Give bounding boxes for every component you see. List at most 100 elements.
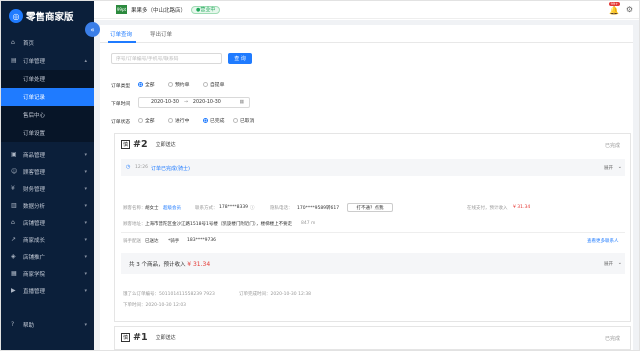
- sidebar-item-label: 财务管理: [23, 186, 46, 193]
- distance: 847 m: [301, 221, 316, 226]
- chevron-down-icon[interactable]: ⌄: [618, 164, 622, 170]
- logo-icon: ◎: [9, 9, 23, 23]
- sidebar-item-finance[interactable]: ¥ 财务管理 ▾: [1, 180, 94, 197]
- chevron-down-icon: ▾: [84, 321, 87, 328]
- order-card: 慎 #2 立即送达 已完成 ◷ 12:26 订单已完成(骑士) 展开 ⌄ 顾客名…: [114, 133, 631, 322]
- analytics-icon: ▥: [11, 202, 17, 209]
- radio-type-all[interactable]: 全部: [138, 81, 155, 88]
- sidebar-item-label: 直播管理: [23, 288, 46, 295]
- double-chevron-left-icon: «: [90, 25, 95, 34]
- customer-icon: ☺: [11, 168, 18, 175]
- collapse-sidebar-button[interactable]: «: [85, 22, 100, 37]
- sidebar-subitem-order-settings[interactable]: 订单设置: [1, 124, 94, 142]
- order-panel: 订单查询 导出订单 序号/订单编号/手机号/联系码 查 询 订单类型 全部 预约…: [100, 25, 633, 350]
- expand-link[interactable]: 展开: [604, 165, 613, 171]
- query-button[interactable]: 查 询: [228, 53, 252, 64]
- radio-unchecked-icon: [168, 82, 173, 87]
- delivery-mode: 立即送达: [155, 335, 176, 341]
- sidebar-item-label: 帮助: [23, 322, 35, 329]
- tab-export-orders[interactable]: 导出订单: [150, 30, 172, 38]
- contact-phone: 178****8339: [219, 205, 249, 210]
- sidebar-item-help[interactable]: ? 帮助 ▾: [1, 316, 94, 333]
- chevron-down-icon: ▾: [84, 253, 87, 260]
- active-tab-indicator: [108, 41, 136, 43]
- date-range-picker[interactable]: 2020-10-30 → 2020-10-30 ▦: [138, 97, 250, 108]
- sidebar-item-label: 数据分析: [23, 203, 46, 210]
- more-contacts-link[interactable]: 查看更多联系人: [587, 238, 619, 244]
- radio-label: 已取消: [240, 119, 255, 124]
- radio-label: 全部: [145, 119, 155, 124]
- rider-phone: 183****9736: [187, 238, 217, 243]
- logo-text: 零售商家版: [26, 12, 74, 23]
- address-label: 顾客地址：: [123, 222, 146, 227]
- rider-status: 已送达: [145, 239, 159, 244]
- radio-status-cancelled[interactable]: 已取消: [233, 117, 254, 124]
- sidebar-item-label: 顾客管理: [23, 169, 46, 176]
- order-icon: ▤: [11, 57, 17, 64]
- radio-status-all[interactable]: 全部: [138, 117, 155, 124]
- delivery-mode: 立即送达: [155, 142, 176, 148]
- radio-label: 全部: [145, 83, 155, 88]
- privacy-phone-label: 隐私电话：: [270, 206, 293, 211]
- help-icon: ?: [11, 321, 15, 328]
- cannot-reach-button[interactable]: 打不通？点我: [347, 203, 393, 212]
- privacy-phone: 170****9589转617: [297, 206, 340, 211]
- notification-badge: 99+: [608, 2, 620, 6]
- sidebar-item-orders[interactable]: ▤ 订单管理 ▴: [1, 52, 94, 69]
- radio-type-pickup[interactable]: 自提单: [203, 81, 224, 88]
- order-status: 已完成: [604, 336, 620, 342]
- order-card: 慎 #1 立即送达 已完成: [114, 326, 631, 350]
- calendar-icon: ▦: [239, 100, 244, 105]
- sidebar-item-goods[interactable]: ▣ 商品管理 ▾: [1, 146, 94, 163]
- info-icon[interactable]: ⓘ: [250, 205, 255, 211]
- tab-bar: 订单查询 导出订单: [100, 25, 633, 43]
- radio-label: 进行中: [175, 119, 190, 124]
- radio-status-completed[interactable]: 已完成: [203, 117, 224, 124]
- order-progress-strip[interactable]: ◷ 12:26 订单已完成(骑士) 展开 ⌄: [121, 159, 625, 176]
- total-prefix: 共 3 个商品，预计收入: [129, 262, 186, 268]
- radio-status-ongoing[interactable]: 进行中: [168, 117, 189, 124]
- order-header: 慎 #2 立即送达: [121, 139, 176, 150]
- search-input[interactable]: 序号/订单编号/手机号/联系码: [111, 53, 222, 64]
- order-tag: 慎: [121, 140, 130, 149]
- expand-link[interactable]: 展开: [604, 261, 613, 267]
- progress-text: 订单已完成(骑士): [151, 165, 190, 172]
- sidebar-item-home[interactable]: ⌂ 首页: [1, 34, 94, 51]
- order-total-strip[interactable]: 共 3 个商品，预计收入 ¥ 31.34 展开 ⌄: [121, 253, 625, 274]
- radio-unchecked-icon: [233, 118, 238, 123]
- sidebar-subitem-order-process[interactable]: 订单处理: [1, 70, 94, 88]
- chevron-up-icon: ▴: [84, 57, 87, 64]
- contact-label: 联系方式：: [195, 206, 218, 211]
- rider-label: 骑手配送: [123, 239, 141, 244]
- chevron-down-icon[interactable]: ⌄: [618, 260, 622, 266]
- app-logo[interactable]: ◎ 零售商家版: [1, 1, 94, 31]
- sidebar-item-store[interactable]: ⌂ 店铺管理 ▾: [1, 214, 94, 231]
- bell-icon[interactable]: 🔔: [609, 6, 619, 15]
- radio-label: 已完成: [210, 119, 225, 124]
- sidebar-item-live[interactable]: ▶ 直播管理 ▾: [1, 282, 94, 299]
- chevron-down-icon: ▾: [84, 151, 87, 158]
- chevron-down-icon: ▾: [84, 270, 87, 277]
- order-tag: 慎: [121, 333, 130, 342]
- sidebar-item-academy[interactable]: ▦ 商家学院 ▾: [1, 265, 94, 282]
- order-time-label: 下单时间: [111, 102, 131, 107]
- sidebar-item-analytics[interactable]: ▥ 数据分析 ▾: [1, 197, 94, 214]
- sidebar-item-customers[interactable]: ☺ 顾客管理 ▾: [1, 163, 94, 180]
- sidebar-item-promotion[interactable]: ◈ 店铺推广 ▾: [1, 248, 94, 265]
- sidebar-item-growth[interactable]: ↗ 商家成长 ▾: [1, 231, 94, 248]
- tab-order-query[interactable]: 订单查询: [110, 30, 132, 38]
- store-status-text: 营业中: [200, 7, 216, 13]
- radio-type-reserve[interactable]: 预约单: [168, 81, 189, 88]
- store-name[interactable]: 果果多（中山北路店）: [131, 6, 186, 14]
- progress-time: 12:26: [135, 165, 148, 170]
- radio-checked-icon: [203, 118, 208, 123]
- sidebar-subitem-after-sales[interactable]: 售后中心: [1, 106, 94, 124]
- gear-icon[interactable]: ⚙: [626, 5, 633, 14]
- sidebar-subitem-order-records[interactable]: 订单记录: [1, 88, 94, 106]
- chevron-down-icon: ▾: [84, 168, 87, 175]
- order-total: 共 3 个商品，预计收入 ¥ 31.34: [129, 260, 210, 268]
- customer-label: 顾客名称：: [123, 206, 146, 211]
- radio-unchecked-icon: [203, 82, 208, 87]
- main-area: 订单查询 导出订单 序号/订单编号/手机号/联系码 查 询 订单类型 全部 预约…: [94, 20, 639, 350]
- sidebar-item-label: 商家成长: [23, 237, 46, 244]
